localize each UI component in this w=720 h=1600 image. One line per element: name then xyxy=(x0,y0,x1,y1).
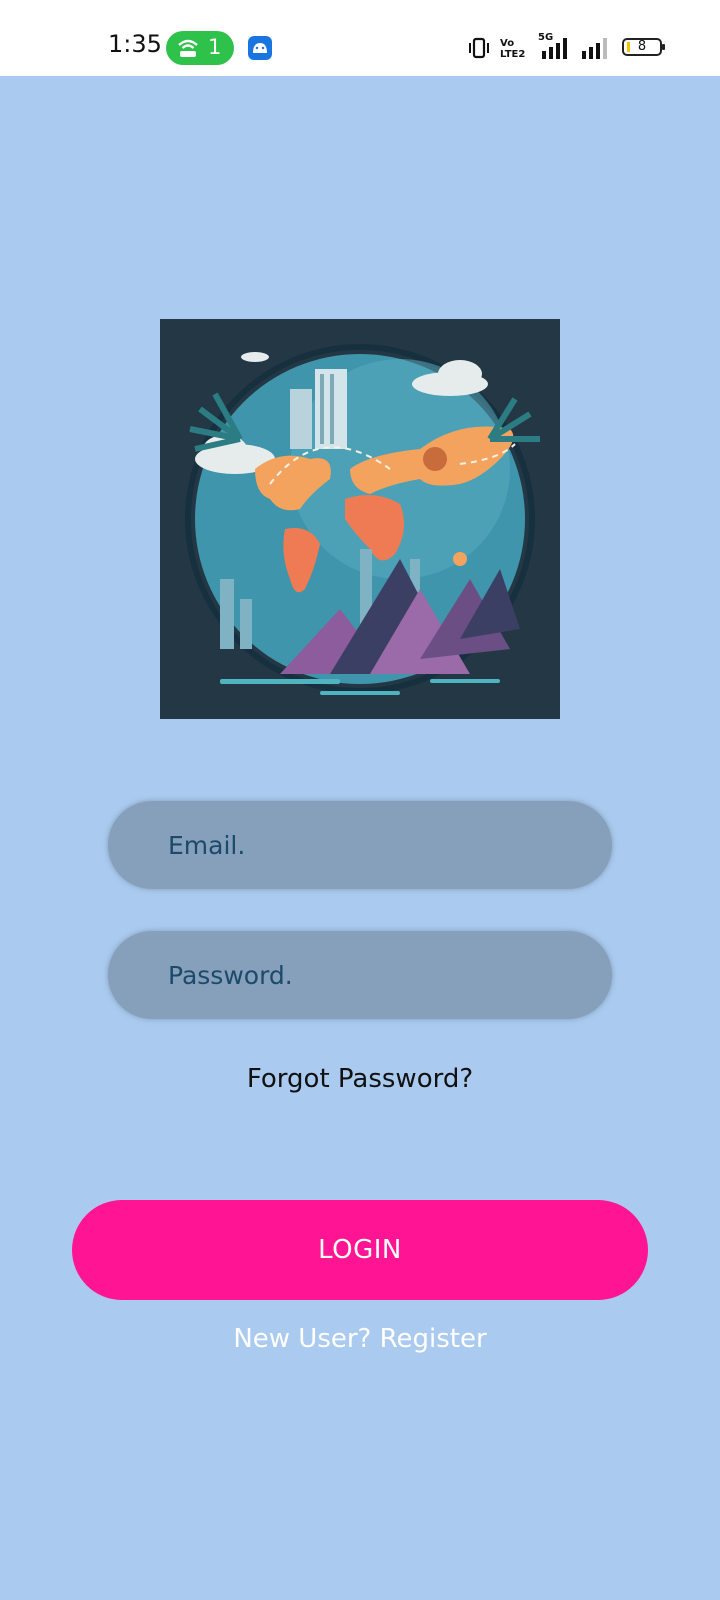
email-field[interactable]: Email. xyxy=(108,801,612,889)
battery-level: 8 xyxy=(637,39,647,54)
forgot-password-link[interactable]: Forgot Password? xyxy=(0,1064,720,1094)
register-link[interactable]: New User? Register xyxy=(0,1324,720,1354)
android-notification-icon xyxy=(248,36,272,60)
signal-strength-icon xyxy=(542,38,567,59)
password-field[interactable]: Password. xyxy=(108,931,612,1019)
battery-icon: 8 xyxy=(622,38,665,56)
volte-indicator: Vo LTE2 xyxy=(500,38,526,60)
hotspot-count: 1 xyxy=(208,35,222,59)
password-placeholder: Password. xyxy=(168,960,293,990)
signal-strength-2-icon xyxy=(582,38,607,59)
status-bar: 1:35 1 Vo LTE2 5G 8 xyxy=(0,0,720,76)
vibrate-icon xyxy=(469,37,489,59)
travel-globe-illustration xyxy=(160,319,560,719)
status-time: 1:35 xyxy=(108,30,162,58)
hotspot-icon xyxy=(178,39,198,57)
email-placeholder: Email. xyxy=(168,830,246,860)
login-button-label: LOGIN xyxy=(318,1235,402,1265)
login-button[interactable]: LOGIN xyxy=(72,1200,648,1300)
hotspot-indicator: 1 xyxy=(166,31,234,65)
